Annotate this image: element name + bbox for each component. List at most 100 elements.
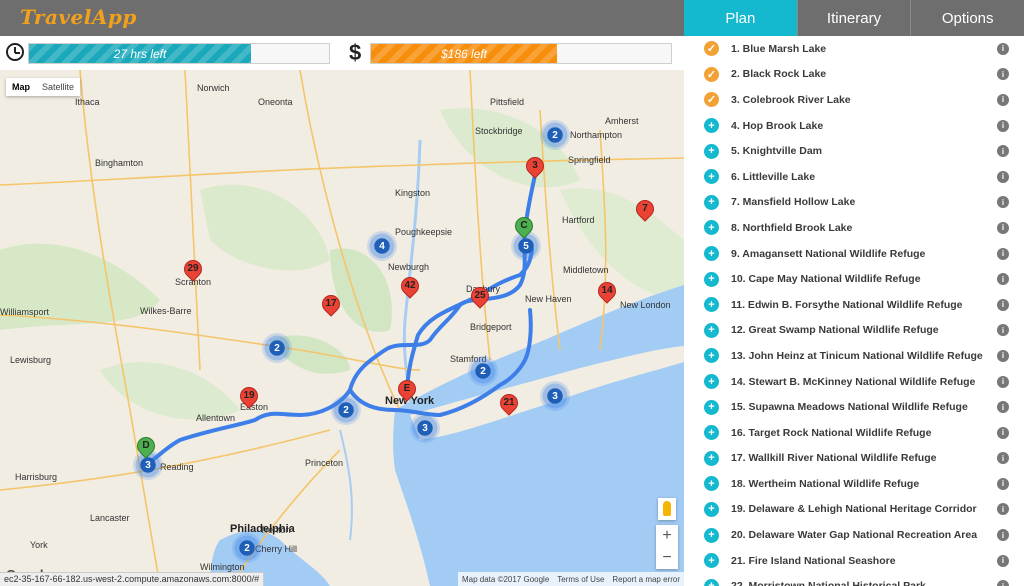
list-item[interactable]: +17. Wallkill River National Wildlife Re… <box>684 446 1024 472</box>
add-icon[interactable]: + <box>704 322 719 338</box>
add-icon[interactable]: + <box>704 220 719 236</box>
add-icon[interactable]: + <box>704 297 719 313</box>
map-pin[interactable]: 25 <box>467 283 493 313</box>
list-item[interactable]: +13. John Heinz at Tinicum National Wild… <box>684 343 1024 369</box>
map-pin[interactable]: 42 <box>397 273 423 303</box>
info-icon[interactable]: i <box>997 554 1009 567</box>
list-item[interactable]: +22. Morristown National Historical Park… <box>684 573 1024 586</box>
list-item[interactable]: ✓ 1. Blue Marsh Lake i <box>684 36 1024 62</box>
info-icon[interactable]: i <box>997 196 1009 209</box>
place-label: Hartford <box>562 215 595 225</box>
info-icon[interactable]: i <box>997 42 1009 55</box>
add-icon[interactable]: + <box>704 271 719 287</box>
map-pin[interactable]: C <box>511 213 537 243</box>
list-item[interactable]: +5. Knightville Dam i <box>684 138 1024 164</box>
check-icon[interactable]: ✓ <box>704 92 719 108</box>
info-icon[interactable]: i <box>997 426 1009 439</box>
tab-itinerary[interactable]: Itinerary <box>796 0 911 36</box>
list-item[interactable]: +16. Target Rock National Wildlife Refug… <box>684 420 1024 446</box>
add-icon[interactable]: + <box>704 578 719 586</box>
map-view[interactable]: Map Satellite Ithaca Norwich Oneonta Pit… <box>0 70 684 586</box>
list-item[interactable]: +20. Delaware Water Gap National Recreat… <box>684 522 1024 548</box>
list-item[interactable]: +14. Stewart B. McKinney National Wildli… <box>684 369 1024 395</box>
info-icon[interactable]: i <box>997 503 1009 516</box>
info-icon[interactable]: i <box>997 375 1009 388</box>
add-icon[interactable]: + <box>704 527 719 543</box>
map-pin[interactable]: 17 <box>318 291 344 321</box>
street-view-pegman-icon[interactable] <box>658 498 676 520</box>
info-icon[interactable]: i <box>997 477 1009 490</box>
add-icon[interactable]: + <box>704 374 719 390</box>
info-icon[interactable]: i <box>997 145 1009 158</box>
info-icon[interactable]: i <box>997 401 1009 414</box>
info-icon[interactable]: i <box>997 221 1009 234</box>
terms-link[interactable]: Terms of Use <box>557 575 604 584</box>
info-icon[interactable]: i <box>997 580 1009 586</box>
list-item[interactable]: +11. Edwin B. Forsythe National Wildlife… <box>684 292 1024 318</box>
list-item[interactable]: +8. Northfield Brook Lake i <box>684 215 1024 241</box>
info-icon[interactable]: i <box>997 324 1009 337</box>
info-icon[interactable]: i <box>997 247 1009 260</box>
tab-plan[interactable]: Plan <box>684 0 797 36</box>
marker-cluster[interactable]: 2 <box>331 395 361 425</box>
map-pin[interactable]: 7 <box>632 196 658 226</box>
add-icon[interactable]: + <box>704 425 719 441</box>
list-item[interactable]: +21. Fire Island National Seashore i <box>684 548 1024 574</box>
list-item[interactable]: +6. Littleville Lake i <box>684 164 1024 190</box>
add-icon[interactable]: + <box>704 399 719 415</box>
list-item[interactable]: +15. Supawna Meadows National Wildlife R… <box>684 394 1024 420</box>
list-item[interactable]: +10. Cape May National Wildlife Refuge i <box>684 266 1024 292</box>
info-icon[interactable]: i <box>997 93 1009 106</box>
add-icon[interactable]: + <box>704 194 719 210</box>
header-bar: TravelApp <box>0 0 684 36</box>
info-icon[interactable]: i <box>997 170 1009 183</box>
map-type-map-button[interactable]: Map <box>6 78 36 96</box>
marker-cluster[interactable]: 2 <box>262 333 292 363</box>
add-icon[interactable]: + <box>704 169 719 185</box>
zoom-in-button[interactable]: + <box>656 525 678 547</box>
info-icon[interactable]: i <box>997 452 1009 465</box>
marker-cluster[interactable]: 2 <box>540 120 570 150</box>
marker-cluster[interactable]: 2 <box>232 533 262 563</box>
check-icon[interactable]: ✓ <box>704 41 719 57</box>
add-icon[interactable]: + <box>704 246 719 262</box>
add-icon[interactable]: + <box>704 348 719 364</box>
list-item[interactable]: +4. Hop Brook Lake i <box>684 113 1024 139</box>
map-pin[interactable]: D <box>133 433 159 463</box>
add-icon[interactable]: + <box>704 501 719 517</box>
map-pin[interactable]: 29 <box>180 256 206 286</box>
marker-cluster[interactable]: 2 <box>468 356 498 386</box>
info-icon[interactable]: i <box>997 529 1009 542</box>
add-icon[interactable]: + <box>704 553 719 569</box>
report-error-link[interactable]: Report a map error <box>612 575 680 584</box>
marker-cluster[interactable]: 3 <box>540 381 570 411</box>
check-icon[interactable]: ✓ <box>704 66 719 82</box>
list-item[interactable]: +7. Mansfield Hollow Lake i <box>684 190 1024 216</box>
map-pin[interactable]: 19 <box>236 383 262 413</box>
list-item[interactable]: +18. Wertheim National Wildlife Refuge i <box>684 471 1024 497</box>
list-item[interactable]: ✓ 2. Black Rock Lake i <box>684 62 1024 88</box>
map-pin[interactable]: 3 <box>522 153 548 183</box>
list-item[interactable]: +12. Great Swamp National Wildlife Refug… <box>684 318 1024 344</box>
add-icon[interactable]: + <box>704 143 719 159</box>
tab-options[interactable]: Options <box>910 0 1024 36</box>
marker-cluster[interactable]: 4 <box>367 231 397 261</box>
add-icon[interactable]: + <box>704 118 719 134</box>
info-icon[interactable]: i <box>997 349 1009 362</box>
list-item[interactable]: +19. Delaware & Lehigh National Heritage… <box>684 497 1024 523</box>
add-icon[interactable]: + <box>704 450 719 466</box>
info-icon[interactable]: i <box>997 298 1009 311</box>
marker-cluster[interactable]: 3 <box>410 413 440 443</box>
add-icon[interactable]: + <box>704 476 719 492</box>
info-icon[interactable]: i <box>997 119 1009 132</box>
map-pin[interactable]: 14 <box>594 278 620 308</box>
map-pin[interactable]: E <box>394 376 420 406</box>
list-item[interactable]: ✓ 3. Colebrook River Lake i <box>684 87 1024 113</box>
zoom-out-button[interactable]: − <box>656 547 678 569</box>
list-item[interactable]: +9. Amagansett National Wildlife Refuge i <box>684 241 1024 267</box>
info-icon[interactable]: i <box>997 273 1009 286</box>
map-pin[interactable]: 21 <box>496 390 522 420</box>
app-logo[interactable]: TravelApp <box>20 5 137 29</box>
info-icon[interactable]: i <box>997 68 1009 81</box>
map-type-satellite-button[interactable]: Satellite <box>36 78 80 96</box>
